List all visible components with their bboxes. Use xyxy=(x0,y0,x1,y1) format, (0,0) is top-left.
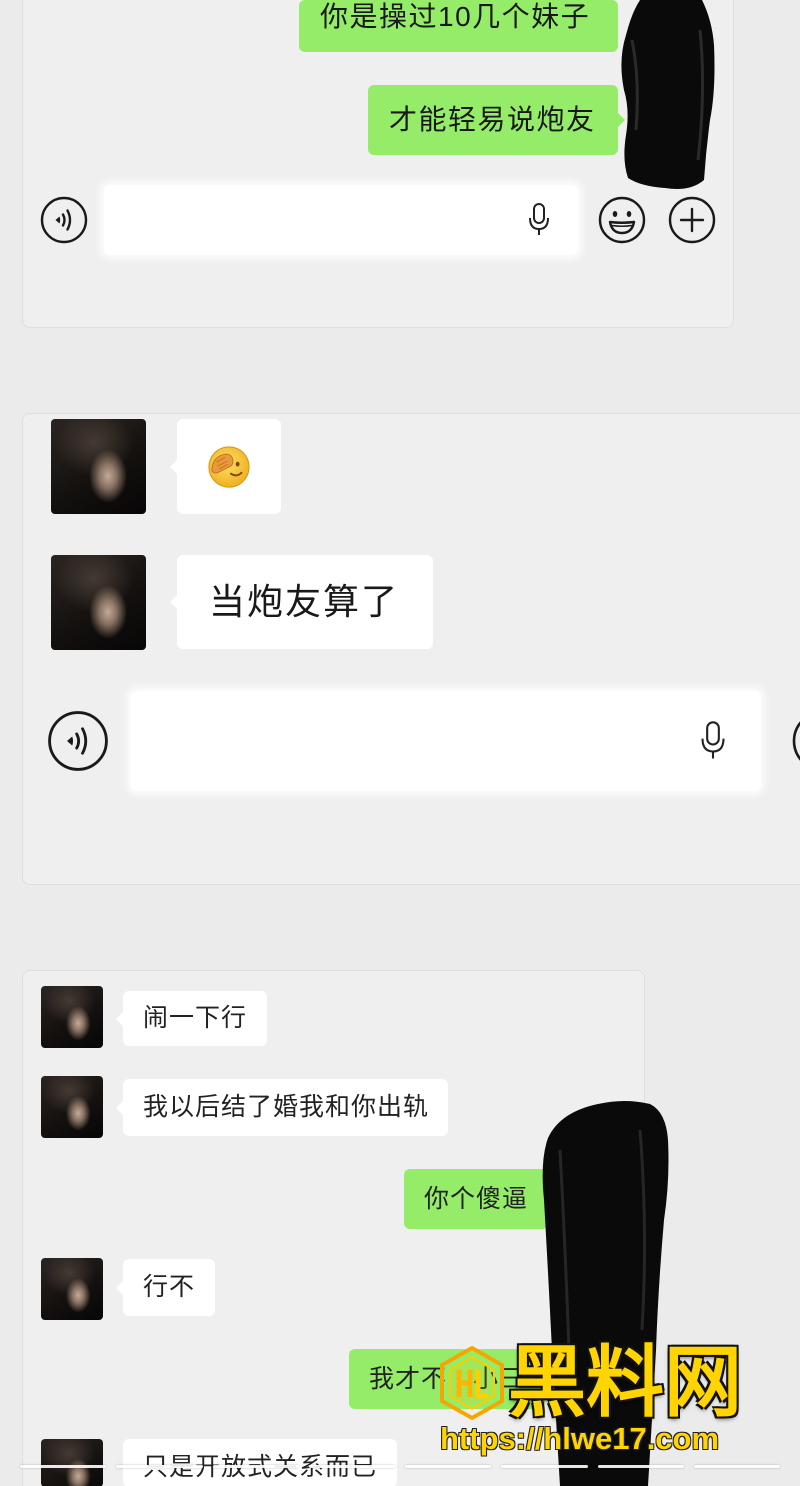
avatar[interactable] xyxy=(51,555,146,650)
video-progress-bar xyxy=(20,1465,780,1468)
sent-message-bubble: 你是操过10几个妹子 xyxy=(299,0,618,52)
sent-message-bubble: 你个傻逼 xyxy=(404,1169,555,1229)
message-text: 当炮友算了 xyxy=(209,581,400,622)
facepalm-emoji-icon xyxy=(208,445,250,488)
message-text: 行不 xyxy=(143,1273,196,1301)
chat-screenshot-2: 当炮友算了 xyxy=(22,413,800,885)
voice-icon[interactable] xyxy=(47,710,109,772)
message-text: 我以后结了婚我和你出轨 xyxy=(143,1093,430,1121)
received-message-bubble: 只是开放式关系而已 xyxy=(123,1439,397,1486)
message-input[interactable] xyxy=(104,185,578,255)
received-message-bubble: 当炮友算了 xyxy=(170,555,433,649)
watermark-logo-icon xyxy=(440,1345,504,1421)
progress-segment xyxy=(212,1465,299,1468)
plus-icon[interactable] xyxy=(668,196,716,244)
progress-segment xyxy=(597,1465,684,1468)
progress-segment xyxy=(116,1465,203,1468)
message-text: 你个傻逼 xyxy=(424,1184,529,1213)
progress-segment xyxy=(20,1465,107,1468)
avatar[interactable] xyxy=(41,1258,103,1320)
watermark-site-name: 黑料网 xyxy=(508,1338,743,1426)
progress-segment xyxy=(405,1465,492,1468)
avatar[interactable] xyxy=(41,986,103,1048)
progress-segment xyxy=(693,1465,780,1468)
emoji-icon[interactable] xyxy=(598,196,646,244)
avatar[interactable] xyxy=(51,419,146,514)
message-input[interactable] xyxy=(131,691,761,791)
watermark-url: https://hlwe17.com xyxy=(440,1421,720,1456)
mic-icon[interactable] xyxy=(527,202,551,238)
chat-screenshot-1: 你是操过10几个妹子 才能轻易说炮友 xyxy=(22,0,734,328)
message-text: 闹一下行 xyxy=(143,1004,248,1032)
message-text: 才能轻易说炮友 xyxy=(389,104,596,135)
voice-icon[interactable] xyxy=(40,196,88,244)
received-message-bubble: 我以后结了婚我和你出轨 xyxy=(116,1079,448,1136)
received-message-bubble: 闹一下行 xyxy=(116,991,267,1046)
mic-icon[interactable] xyxy=(699,719,727,763)
progress-segment xyxy=(501,1465,588,1468)
avatar[interactable] xyxy=(41,1076,103,1138)
message-text: 你是操过10几个妹子 xyxy=(320,1,591,32)
emoji-icon[interactable] xyxy=(790,710,800,772)
received-message-bubble: 行不 xyxy=(116,1259,215,1316)
received-emoji-bubble xyxy=(170,419,281,514)
message-text-part: 我才不 xyxy=(369,1364,448,1393)
sent-message-bubble: 才能轻易说炮友 xyxy=(368,85,625,155)
progress-segment xyxy=(308,1465,395,1468)
avatar[interactable] xyxy=(41,1439,103,1486)
